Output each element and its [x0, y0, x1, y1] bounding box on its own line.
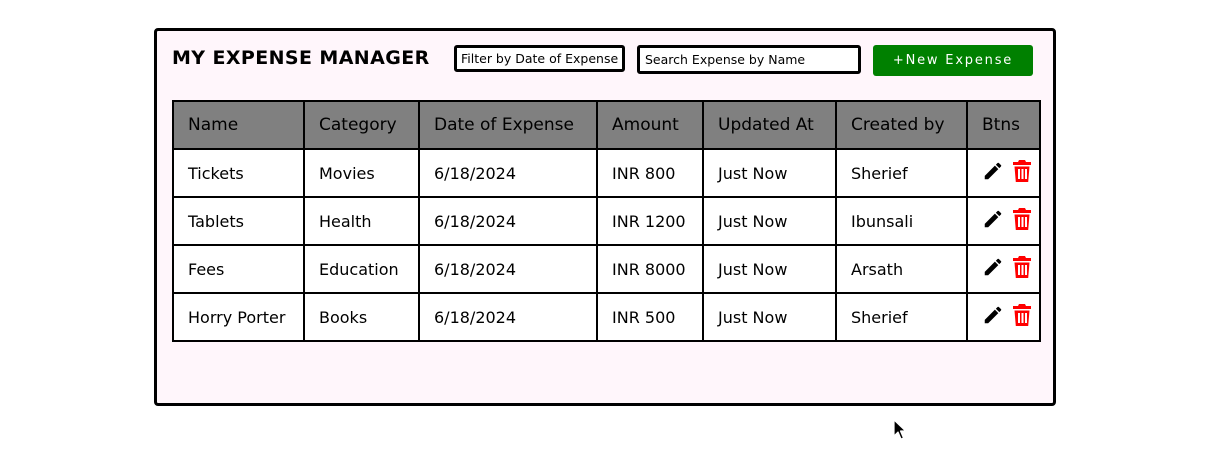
table-cell: 6/18/2024 — [418, 148, 598, 198]
row-actions — [966, 244, 1041, 294]
table-row: Fees Education 6/18/2024 INR 8000 Just Now Ar… — [172, 244, 1041, 294]
date-filter-input[interactable]: Filter by Date of Expense — [454, 45, 625, 72]
table-row: Horry Porter Books 6/18/2024 INR 500 Just No… — [172, 292, 1041, 342]
row-actions — [966, 292, 1041, 342]
table-cell: Health — [303, 196, 420, 246]
new-expense-button[interactable]: +New Expense — [873, 45, 1033, 76]
column-header: Updated At — [702, 100, 837, 150]
table-cell: Books — [303, 292, 420, 342]
row-actions — [966, 148, 1041, 198]
column-header: Category — [303, 100, 420, 150]
table-cell: Just Now — [702, 148, 837, 198]
table-cell: Fees — [172, 244, 305, 294]
table-cell: INR 500 — [596, 292, 704, 342]
table-cell: Just Now — [702, 196, 837, 246]
table-cell: Sherief — [835, 148, 968, 198]
column-header: Created by — [835, 100, 968, 150]
table-cell: Horry Porter — [172, 292, 305, 342]
expense-table: Name Category Date of Expense Amount Upd… — [172, 100, 1041, 342]
search-input[interactable] — [637, 45, 861, 74]
table-cell: Tickets — [172, 148, 305, 198]
expense-manager-card: MY EXPENSE MANAGER Filter by Date of Exp… — [154, 28, 1056, 406]
table-cell: 6/18/2024 — [418, 196, 598, 246]
table-cell: Just Now — [702, 244, 837, 294]
table-cell: Arsath — [835, 244, 968, 294]
table-cell: Education — [303, 244, 420, 294]
row-actions — [966, 196, 1041, 246]
pencil-icon[interactable] — [982, 208, 1004, 234]
column-header: Date of Expense — [418, 100, 598, 150]
pencil-icon[interactable] — [982, 160, 1004, 186]
table-cell: Just Now — [702, 292, 837, 342]
table-cell: Sherief — [835, 292, 968, 342]
table-cell: 6/18/2024 — [418, 292, 598, 342]
table-row: Tablets Health 6/18/2024 INR 1200 Just Now Ib… — [172, 196, 1041, 246]
column-header: Btns — [966, 100, 1041, 150]
table-cell: 6/18/2024 — [418, 244, 598, 294]
page-title: MY EXPENSE MANAGER — [172, 47, 430, 69]
trash-icon[interactable] — [1012, 304, 1032, 330]
table-cell: INR 8000 — [596, 244, 704, 294]
pencil-icon[interactable] — [982, 256, 1004, 282]
column-header: Amount — [596, 100, 704, 150]
table-cell: Ibunsali — [835, 196, 968, 246]
table-header-row: Name Category Date of Expense Amount Upd… — [172, 100, 1041, 150]
mouse-cursor-icon — [893, 419, 907, 440]
column-header: Name — [172, 100, 305, 150]
table-cell: Movies — [303, 148, 420, 198]
trash-icon[interactable] — [1012, 208, 1032, 234]
table-cell: INR 1200 — [596, 196, 704, 246]
trash-icon[interactable] — [1012, 256, 1032, 282]
table-row: Tickets Movies 6/18/2024 INR 800 Just Now She… — [172, 148, 1041, 198]
trash-icon[interactable] — [1012, 160, 1032, 186]
table-cell: Tablets — [172, 196, 305, 246]
table-cell: INR 800 — [596, 148, 704, 198]
pencil-icon[interactable] — [982, 304, 1004, 330]
